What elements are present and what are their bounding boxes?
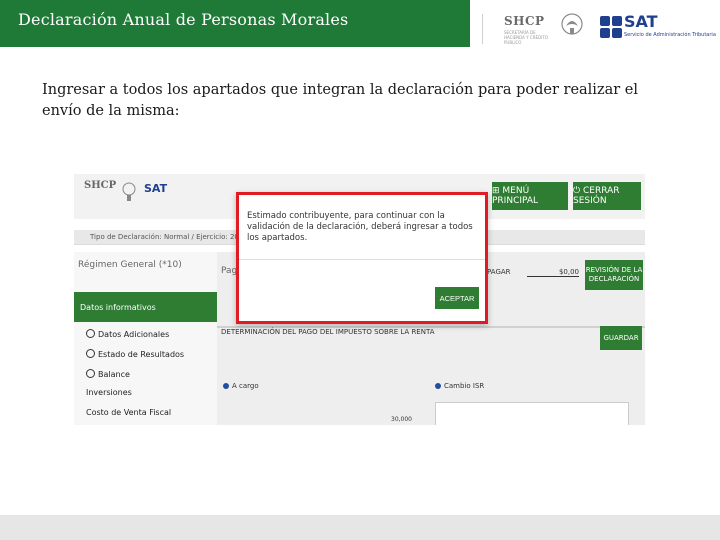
input-box[interactable] bbox=[435, 402, 629, 425]
mexico-emblem-icon bbox=[561, 13, 583, 35]
revision-declaracion-button[interactable]: REVISIÓN DE LA DECLARACIÓN bbox=[585, 260, 643, 290]
sidebar-item-label: Balance bbox=[98, 370, 130, 379]
instruction-text: Ingresar a todos los apartados que integ… bbox=[42, 82, 638, 119]
sidebar-item-label: Inversiones bbox=[86, 388, 132, 397]
check-circle-icon bbox=[86, 349, 95, 358]
header-bar: Declaración Anual de Personas Morales bbox=[0, 0, 470, 47]
pagar-label: PAGAR bbox=[487, 268, 511, 276]
cambio-label: Cambio ISR bbox=[444, 382, 485, 390]
sat-logo-icon bbox=[600, 16, 622, 38]
shcp-logo-text: SHCP bbox=[504, 14, 545, 28]
embedded-screenshot: SHCP SAT ⊞ MENÚ PRINCIPAL ⏻ CERRAR SESIÓ… bbox=[74, 174, 645, 425]
shcp-logo-subtitle: SECRETARÍA DE HACIENDA Y CRÉDITO PÚBLICO bbox=[504, 30, 548, 45]
sidebar-item-label: Costo de Venta Fiscal bbox=[86, 408, 172, 417]
validation-dialog: Estimado contribuyente, para continuar c… bbox=[236, 192, 488, 324]
check-circle-icon bbox=[86, 369, 95, 378]
cambio-option[interactable]: Cambio ISR bbox=[435, 382, 484, 390]
dialog-divider bbox=[239, 259, 485, 260]
menu-principal-button[interactable]: ⊞ MENÚ PRINCIPAL bbox=[492, 182, 568, 210]
sidebar-item-label: Datos Adicionales bbox=[98, 330, 170, 339]
info-dot-icon bbox=[223, 383, 229, 389]
page-title: Declaración Anual de Personas Morales bbox=[18, 10, 349, 29]
header-divider bbox=[482, 14, 483, 44]
regimen-label[interactable]: Régimen General (*10) bbox=[78, 260, 182, 270]
determinacion-heading: DETERMINACIÓN DEL PAGO DEL IMPUESTO SOBR… bbox=[221, 328, 435, 336]
embedded-sidebar: Régimen General (*10) Datos informativos… bbox=[74, 252, 217, 425]
sidebar-item-inversiones[interactable]: Inversiones bbox=[86, 388, 132, 397]
cerrar-sesion-button[interactable]: ⏻ CERRAR SESIÓN bbox=[573, 182, 641, 210]
a-cargo-value: 30,000 bbox=[391, 416, 412, 423]
sidebar-item-label: Estado de Resultados bbox=[98, 350, 185, 359]
footer-bar bbox=[0, 515, 720, 540]
shcp-logo: SHCP SECRETARÍA DE HACIENDA Y CRÉDITO PÚ… bbox=[504, 14, 550, 45]
a-cargo-label: A cargo bbox=[232, 382, 259, 390]
dialog-message: Estimado contribuyente, para continuar c… bbox=[247, 211, 473, 243]
a-cargo-option[interactable]: A cargo bbox=[223, 382, 259, 390]
embedded-sat-logo: SAT bbox=[144, 182, 168, 195]
embedded-shcp-logo: SHCP bbox=[84, 180, 117, 191]
logos: SHCP SECRETARÍA DE HACIENDA Y CRÉDITO PÚ… bbox=[490, 10, 720, 46]
sat-logo-text: SAT bbox=[624, 12, 658, 31]
sidebar-item-datos-informativos[interactable]: Datos informativos bbox=[74, 292, 217, 322]
sidebar-item-datos-adicionales[interactable]: Datos Adicionales bbox=[86, 328, 169, 339]
guardar-button[interactable]: GUARDAR bbox=[600, 326, 642, 350]
info-dot-icon bbox=[435, 383, 441, 389]
sidebar-item-costo-de-venta[interactable]: Costo de Venta Fiscal bbox=[86, 408, 171, 417]
sidebar-item-balance[interactable]: Balance bbox=[86, 368, 130, 379]
check-circle-icon bbox=[86, 329, 95, 338]
sat-logo-subtitle: Servicio de Administración Tributaria bbox=[624, 32, 716, 38]
sidebar-item-estado-de-resultados[interactable]: Estado de Resultados bbox=[86, 348, 184, 359]
aceptar-button[interactable]: ACEPTAR bbox=[435, 287, 479, 309]
embedded-emblem-icon bbox=[122, 182, 136, 201]
pagar-value: $0,00 bbox=[527, 268, 579, 277]
